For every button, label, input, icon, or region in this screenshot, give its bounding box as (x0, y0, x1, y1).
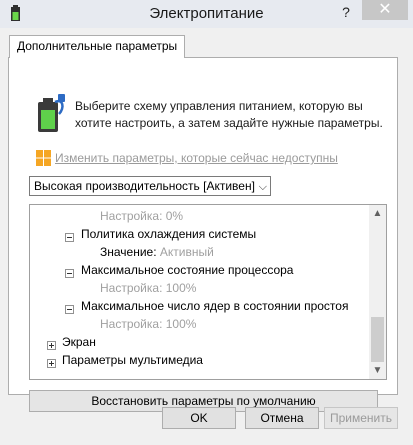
value-label: Значение: (100, 245, 157, 259)
ok-button[interactable]: OK (162, 407, 236, 429)
tree-item-display[interactable]: Экран (62, 333, 96, 351)
description-text: Выберите схему управления питанием, кото… (75, 99, 383, 130)
scroll-up-icon[interactable]: ▲ (369, 205, 386, 222)
tree-scrollbar[interactable]: ▲ ▼ (369, 205, 386, 379)
close-button[interactable]: ✕ (362, 0, 408, 20)
cancel-button[interactable]: Отмена (245, 407, 319, 429)
tree-cooling-value[interactable]: Значение: Активный (100, 243, 214, 261)
settings-tree[interactable]: Настройка: 0% Политика охлаждения систем… (29, 204, 387, 380)
apply-button[interactable]: Применить (324, 407, 398, 429)
tree-max-cpu-value[interactable]: Настройка: 100% (100, 279, 196, 297)
tab-panel: Выберите схему управления питанием, кото… (8, 57, 398, 412)
tree-item-max-idle-cores[interactable]: Максимальное число ядер в состоянии прос… (81, 297, 348, 315)
collapse-icon[interactable] (65, 233, 74, 242)
tree-item-max-cpu-state[interactable]: Максимальное состояние процессора (81, 261, 293, 279)
scroll-down-icon[interactable]: ▼ (369, 362, 386, 379)
tree-max-cores-value[interactable]: Настройка: 100% (100, 315, 196, 333)
tree-setting-value: Настройка: 0% (100, 209, 184, 223)
chevron-down-icon: ⌵ (258, 181, 267, 193)
change-unavailable-settings-link[interactable]: Изменить параметры, которые сейчас недос… (55, 151, 338, 165)
dialog-body: Дополнительные параметры Выберите схему … (0, 28, 413, 445)
power-plan-select[interactable]: Высокая производительность [Активен] ⌵ (29, 176, 271, 196)
scroll-thumb[interactable] (371, 317, 384, 362)
battery-plug-icon (38, 94, 65, 132)
cooling-value: Активный (159, 245, 214, 259)
collapse-icon[interactable] (65, 269, 74, 278)
title-bar: Электропитание ? ✕ (0, 0, 413, 28)
tree-item-multimedia[interactable]: Параметры мультимедиа (62, 351, 203, 369)
expand-icon[interactable] (47, 359, 56, 368)
power-plan-value: Высокая производительность [Активен] (34, 179, 255, 193)
tree-content: Настройка: 0% Политика охлаждения систем… (30, 205, 369, 379)
help-button[interactable]: ? (336, 2, 356, 22)
collapse-icon[interactable] (65, 305, 74, 314)
tab-advanced-settings[interactable]: Дополнительные параметры (9, 35, 186, 58)
shield-icon (36, 150, 51, 166)
expand-icon[interactable] (47, 341, 56, 350)
tree-item-cooling-policy[interactable]: Политика охлаждения системы (81, 225, 256, 243)
